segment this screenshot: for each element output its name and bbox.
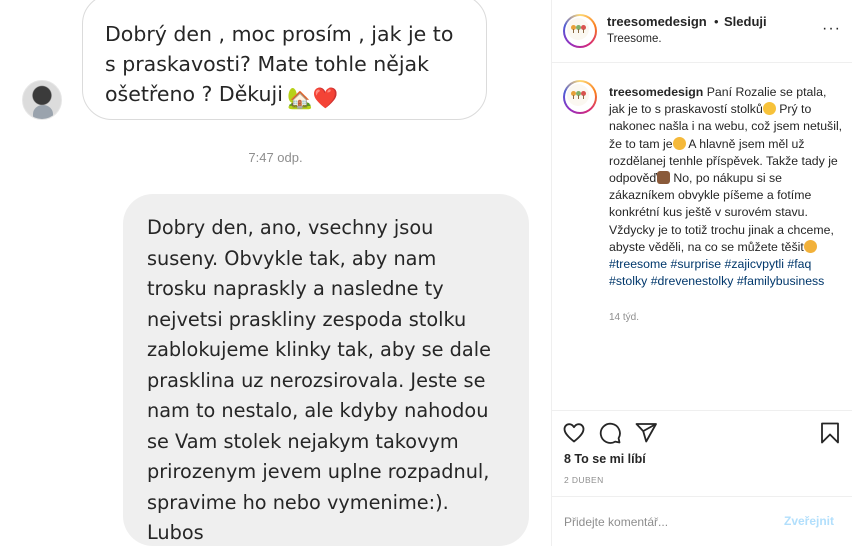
house-heart-emoji-icon: 🏡❤️ [286, 86, 338, 110]
reply-message-bubble: Dobry den, ano, vsechny jsou suseny. Obv… [123, 194, 529, 546]
comment-bar: Zveřejnit [552, 496, 852, 546]
post-comment-button[interactable]: Zveřejnit [784, 514, 834, 528]
caption-username-link[interactable]: treesomedesign [609, 85, 703, 99]
hashtag-link[interactable]: #zajicvpytli [725, 257, 784, 271]
header-location[interactable]: Treesome. [607, 33, 662, 45]
comment-input[interactable] [564, 512, 774, 532]
header-separator: • [714, 14, 719, 29]
incoming-message-bubble: Dobrý den , moc prosím , jak je to s pra… [82, 0, 487, 120]
hashtag-link[interactable]: #stolky [609, 274, 647, 288]
comment-icon[interactable] [598, 421, 622, 445]
following-button[interactable]: Sleduji [724, 14, 767, 29]
bookmark-icon[interactable] [818, 421, 842, 445]
likes-count[interactable]: 8 To se mi líbí [564, 452, 646, 466]
caption-avatar[interactable] [563, 80, 597, 114]
treesome-logo-icon [567, 18, 589, 40]
hashtag-link[interactable]: #drevenestolky [651, 274, 734, 288]
post-side-panel: treesomedesign • Sleduji Treesome. ··· t… [552, 0, 852, 546]
profile-avatar[interactable] [563, 14, 597, 48]
caption-time-ago[interactable]: 14 týd. [609, 312, 639, 323]
heart-icon[interactable] [562, 421, 586, 445]
header-username-link[interactable]: treesomedesign [607, 14, 707, 29]
post-header: treesomedesign • Sleduji Treesome. ··· [552, 0, 852, 63]
hashtag-link[interactable]: #faq [787, 257, 811, 271]
more-horizontal-icon[interactable]: ··· [822, 20, 841, 38]
thinking-emoji-icon [762, 102, 776, 116]
share-icon[interactable] [634, 421, 658, 445]
raised-hands-emoji-icon [656, 171, 670, 185]
blush-emoji-icon [803, 239, 817, 253]
post-date[interactable]: 2 DUBEN [564, 475, 604, 485]
hashtag-link[interactable]: #familybusiness [737, 274, 824, 288]
grin-emoji-icon [672, 136, 686, 150]
post-image: Dobrý den , moc prosím , jak je to s pra… [0, 0, 551, 546]
treesome-logo-icon [567, 84, 589, 106]
post-caption: treesomedesign Paní Rozalie se ptala, ja… [609, 84, 845, 290]
incoming-message-text: Dobrý den , moc prosím , jak je to s pra… [105, 22, 454, 106]
message-timestamp: 7:47 odp. [248, 150, 303, 165]
hashtag-link[interactable]: #surprise [671, 257, 722, 271]
sender-avatar [22, 80, 62, 120]
post-actions-bar [552, 410, 852, 455]
hashtag-link[interactable]: #treesome [609, 257, 667, 271]
